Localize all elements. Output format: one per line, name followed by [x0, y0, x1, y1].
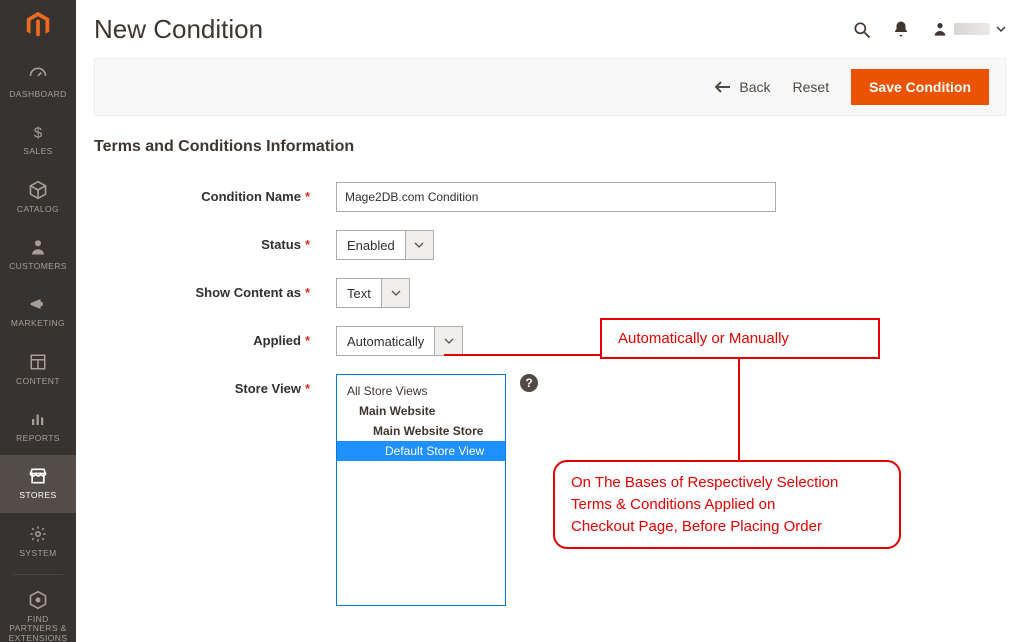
nav-label: DASHBOARD [9, 90, 66, 99]
user-icon [932, 21, 948, 37]
svg-text:$: $ [34, 125, 43, 142]
store-view-option[interactable]: Main Website Store [337, 421, 505, 441]
save-button[interactable]: Save Condition [851, 69, 989, 105]
store-view-option[interactable]: Main Website [337, 401, 505, 421]
row-show-content: Show Content as* Text [94, 278, 1006, 308]
reset-button[interactable]: Reset [793, 79, 830, 95]
nav-label: MARKETING [11, 319, 65, 328]
annotation-text: Checkout Page, Before Placing Order [571, 516, 883, 538]
label-show-content: Show Content as* [94, 278, 336, 300]
nav-dashboard[interactable]: DASHBOARD [0, 54, 76, 111]
dollar-icon: $ [27, 121, 49, 143]
bar-chart-icon [27, 408, 49, 430]
back-label: Back [739, 79, 770, 95]
annotation-box-2: On The Bases of Respectively Selection T… [553, 460, 901, 549]
bell-icon[interactable] [892, 20, 910, 38]
cube-icon [27, 179, 49, 201]
user-menu[interactable] [932, 21, 1006, 37]
store-view-option[interactable]: Default Store View [337, 441, 505, 461]
nav-reports[interactable]: REPORTS [0, 398, 76, 455]
nav-partners[interactable]: FIND PARTNERS & EXTENSIONS [0, 579, 76, 642]
page-title: New Condition [94, 14, 263, 45]
nav-marketing[interactable]: MARKETING [0, 283, 76, 340]
user-name [954, 23, 990, 35]
nav-label: SYSTEM [19, 549, 56, 558]
annotation-text: Terms & Conditions Applied on [571, 494, 883, 516]
annotation-line [444, 354, 600, 356]
chevron-down-icon [996, 24, 1006, 34]
show-content-value: Text [337, 279, 381, 307]
nav-sales[interactable]: $ SALES [0, 111, 76, 168]
reset-label: Reset [793, 79, 830, 95]
layout-icon [27, 351, 49, 373]
nav-stores[interactable]: STORES [0, 455, 76, 512]
gear-icon [27, 523, 49, 545]
label-status: Status* [94, 230, 336, 252]
applied-value: Automatically [337, 327, 434, 355]
action-bar: Back Reset Save Condition [94, 58, 1006, 116]
nav-catalog[interactable]: CATALOG [0, 169, 76, 226]
nav-label: CATALOG [17, 205, 59, 214]
partners-icon [27, 589, 49, 611]
nav-content[interactable]: CONTENT [0, 341, 76, 398]
main-content: New Condition Back Reset Save Condition … [76, 0, 1024, 642]
save-label: Save Condition [869, 79, 971, 95]
arrow-left-icon [715, 81, 731, 93]
annotation-text: On The Bases of Respectively Selection [571, 472, 883, 494]
nav-system[interactable]: SYSTEM [0, 513, 76, 570]
show-content-select[interactable]: Text [336, 278, 410, 308]
person-icon [27, 236, 49, 258]
megaphone-icon [27, 293, 49, 315]
store-icon [27, 465, 49, 487]
nav-label: REPORTS [16, 434, 60, 443]
row-condition-name: Condition Name* [94, 182, 1006, 212]
status-select[interactable]: Enabled [336, 230, 434, 260]
annotation-line [738, 358, 740, 460]
annotation-text: Automatically or Manually [618, 330, 789, 347]
label-applied: Applied* [94, 326, 336, 348]
chevron-down-icon [434, 327, 462, 355]
chevron-down-icon [381, 279, 409, 307]
dashboard-icon [27, 64, 49, 86]
nav-separator [13, 574, 63, 575]
label-condition-name: Condition Name* [94, 182, 336, 204]
condition-name-input[interactable] [336, 182, 776, 212]
nav-label: FIND PARTNERS & EXTENSIONS [2, 615, 74, 642]
nav-label: CONTENT [16, 377, 60, 386]
chevron-down-icon [405, 231, 433, 259]
nav-label: SALES [23, 147, 52, 156]
applied-select[interactable]: Automatically [336, 326, 463, 356]
nav-label: CUSTOMERS [9, 262, 67, 271]
label-store-view: Store View* [94, 374, 336, 396]
top-bar: New Condition [94, 0, 1006, 58]
back-button[interactable]: Back [715, 79, 770, 95]
annotation-box-1: Automatically or Manually [600, 318, 880, 359]
row-status: Status* Enabled [94, 230, 1006, 260]
status-value: Enabled [337, 231, 405, 259]
top-actions [852, 20, 1006, 38]
admin-sidebar: DASHBOARD $ SALES CATALOG CUSTOMERS MARK… [0, 0, 76, 642]
section-heading: Terms and Conditions Information [94, 138, 1006, 156]
nav-label: STORES [19, 491, 56, 500]
magento-logo[interactable] [22, 10, 54, 40]
help-icon[interactable]: ? [520, 374, 538, 392]
store-view-multiselect[interactable]: All Store Views Main Website Main Websit… [336, 374, 506, 606]
store-view-option[interactable]: All Store Views [337, 381, 505, 401]
nav-customers[interactable]: CUSTOMERS [0, 226, 76, 283]
search-icon[interactable] [852, 20, 870, 38]
